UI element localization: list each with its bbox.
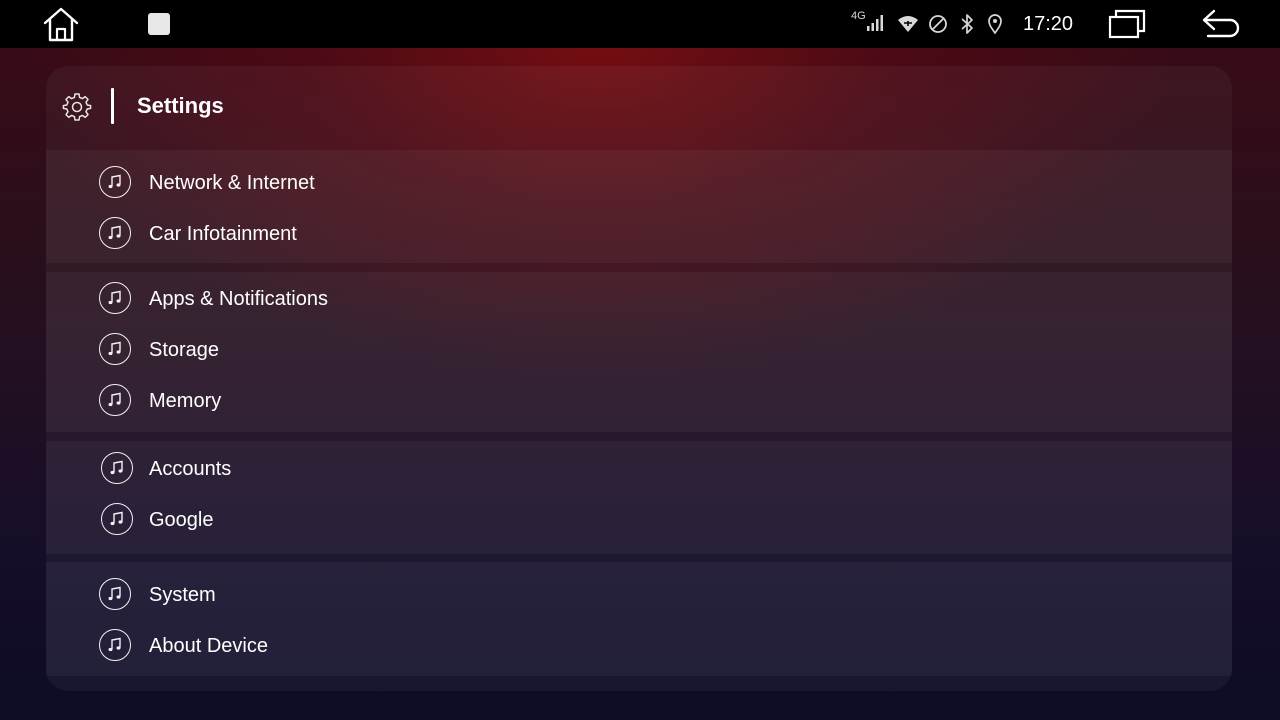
header-divider <box>111 88 114 124</box>
music-note-icon <box>101 503 133 535</box>
menu-item-about-device[interactable]: About Device <box>46 621 1232 671</box>
menu-item-label: Memory <box>149 390 222 412</box>
menu-item-car-infotainment[interactable]: Car Infotainment <box>46 209 1232 259</box>
music-note-icon <box>101 452 133 484</box>
settings-group: Apps & Notifications Storage Memory <box>46 272 1232 432</box>
wifi-indicator <box>896 0 920 48</box>
menu-item-label: Car Infotainment <box>149 223 297 245</box>
settings-header: Settings <box>46 66 1232 150</box>
menu-item-label: Google <box>149 509 214 531</box>
music-note-icon <box>99 333 131 365</box>
music-note-icon <box>99 282 131 314</box>
music-note-icon <box>99 384 131 416</box>
do-not-disturb-icon <box>929 15 947 33</box>
menu-item-label: Network & Internet <box>149 172 315 194</box>
music-note-icon <box>99 629 131 661</box>
menu-item-label: System <box>149 584 216 606</box>
recent-windows-icon <box>1108 9 1146 39</box>
menu-item-google[interactable]: Google <box>46 495 1232 545</box>
music-note-icon <box>99 166 131 198</box>
menu-item-label: About Device <box>149 635 268 657</box>
settings-group: Accounts Google <box>46 441 1232 554</box>
app-thumbnail-icon <box>148 13 170 35</box>
bluetooth-indicator <box>957 0 977 48</box>
music-note-icon <box>99 578 131 610</box>
menu-item-network-internet[interactable]: Network & Internet <box>46 158 1232 208</box>
status-bar: 4G 17:20 <box>0 0 1280 48</box>
bluetooth-icon <box>961 14 973 34</box>
settings-panel: Settings Network & Internet Car Infotain… <box>46 66 1232 691</box>
menu-item-system[interactable]: System <box>46 570 1232 620</box>
menu-item-label: Accounts <box>149 458 232 480</box>
menu-item-accounts[interactable]: Accounts <box>46 444 1232 494</box>
location-pin-icon <box>988 14 1002 34</box>
recent-app-button[interactable] <box>146 0 172 48</box>
wifi-icon <box>898 16 918 32</box>
location-indicator <box>985 0 1005 48</box>
home-icon <box>43 7 79 42</box>
menu-item-label: Apps & Notifications <box>149 288 328 310</box>
cell-signal-indicator: 4G <box>848 0 890 48</box>
page-title: Settings <box>137 93 224 118</box>
menu-item-label: Storage <box>149 339 220 361</box>
settings-group: System About Device <box>46 562 1232 676</box>
settings-group: Network & Internet Car Infotainment <box>46 150 1232 263</box>
menu-item-storage[interactable]: Storage <box>46 325 1232 375</box>
network-type-label: 4G <box>851 10 866 22</box>
menu-item-memory[interactable]: Memory <box>46 376 1232 426</box>
back-button[interactable] <box>1198 0 1244 48</box>
do-not-disturb-indicator <box>927 0 949 48</box>
recent-windows-button[interactable] <box>1106 0 1148 48</box>
home-button[interactable] <box>38 0 84 48</box>
menu-item-apps-notifications[interactable]: Apps & Notifications <box>46 274 1232 324</box>
clock: 17:20 <box>1022 12 1074 35</box>
gear-icon <box>62 93 92 121</box>
cell-signal-icon <box>867 15 883 31</box>
music-note-icon <box>99 217 131 249</box>
back-arrow-icon <box>1202 9 1240 38</box>
